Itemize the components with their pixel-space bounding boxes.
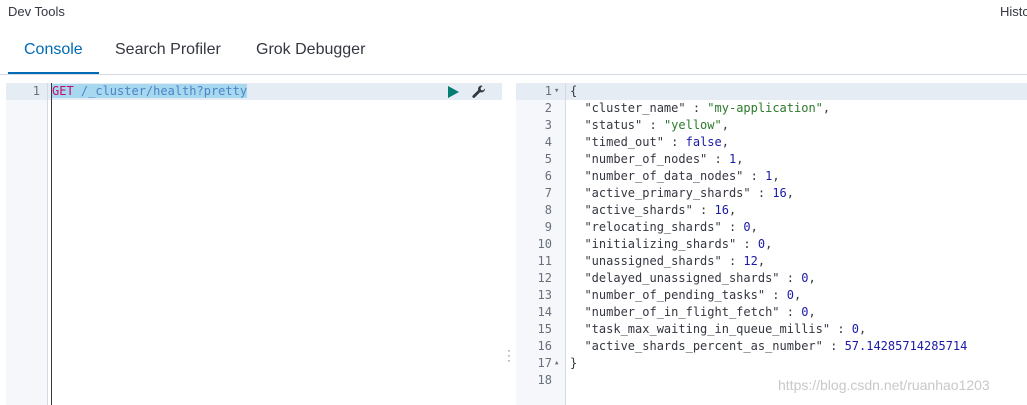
json-value: "yellow"	[663, 118, 722, 132]
wrench-icon[interactable]	[471, 84, 487, 100]
response-line-number: 14	[537, 305, 552, 319]
response-line-number: 8	[544, 203, 552, 217]
response-line-number: 10	[537, 237, 552, 251]
json-field: "status" : "yellow",	[584, 118, 729, 132]
line-number: 1	[32, 84, 40, 98]
json-value: 16	[772, 186, 787, 200]
tab-console[interactable]: Console	[8, 30, 99, 74]
response-line-number: 12	[537, 271, 552, 285]
request-method: GET	[52, 84, 74, 98]
json-key: "active_primary_shards"	[584, 186, 751, 200]
json-value: 0	[786, 288, 794, 302]
json-value: 12	[743, 254, 758, 268]
panel-resizer[interactable]: · · ·	[505, 344, 513, 366]
json-key: "delayed_unassigned_shards"	[584, 271, 780, 285]
play-icon[interactable]	[446, 85, 460, 99]
response-line-number: 2	[544, 101, 552, 115]
json-field: "number_of_nodes" : 1,	[584, 152, 744, 166]
json-field: "delayed_unassigned_shards" : 0,	[584, 271, 816, 285]
json-field: "task_max_waiting_in_queue_millis" : 0,	[584, 322, 867, 336]
response-line-number: 9	[544, 220, 552, 234]
json-field: "initializing_shards" : 0,	[584, 237, 773, 251]
app-title: Dev Tools	[8, 4, 65, 19]
json-key: "timed_out"	[584, 135, 664, 149]
gutter-border	[47, 83, 48, 405]
top-bar: Dev Tools Histo	[0, 0, 1027, 26]
json-value: 0	[743, 220, 751, 234]
response-line-number: 1	[544, 84, 552, 98]
json-key: "task_max_waiting_in_queue_millis"	[584, 322, 831, 336]
json-key: "initializing_shards"	[584, 237, 737, 251]
fold-close-icon[interactable]: ▴	[554, 355, 564, 372]
json-key: "relocating_shards"	[584, 220, 722, 234]
response-line-number: 17	[537, 356, 552, 370]
response-line-number: 18	[537, 373, 552, 387]
fold-open-icon[interactable]: ▾	[554, 83, 564, 100]
response-line-number: 13	[537, 288, 552, 302]
history-link[interactable]: Histo	[1000, 4, 1027, 19]
json-key: "cluster_name"	[584, 101, 686, 115]
text-cursor	[51, 83, 52, 405]
json-key: "status"	[584, 118, 643, 132]
json-key: "number_of_pending_tasks"	[584, 288, 766, 302]
watermark: https://blog.csdn.net/ruanhao1203	[778, 377, 990, 393]
request-path: /_cluster/health?pretty	[73, 84, 248, 98]
json-open-brace: {	[570, 84, 578, 98]
json-field: "active_primary_shards" : 16,	[584, 186, 794, 200]
request-editor[interactable]: 1 GET /_cluster/health?pretty	[6, 83, 502, 405]
json-key: "active_shards_percent_as_number"	[584, 339, 823, 353]
tabs-divider	[0, 74, 1027, 75]
json-field: "relocating_shards" : 0,	[584, 220, 758, 234]
json-value: 0	[851, 322, 860, 336]
json-value: false	[685, 135, 722, 149]
response-line-number: 7	[544, 186, 552, 200]
json-field: "number_of_pending_tasks" : 0,	[584, 288, 802, 302]
tab-bar: Console Search Profiler Grok Debugger	[8, 30, 1027, 74]
response-line-number: 15	[537, 322, 552, 336]
json-value: 0	[757, 237, 766, 251]
response-active-line	[516, 83, 1027, 100]
request-line[interactable]: GET /_cluster/health?pretty	[52, 83, 248, 100]
json-field: "active_shards_percent_as_number" : 57.1…	[584, 339, 968, 353]
json-key: "active_shards"	[584, 203, 693, 217]
response-line-number: 5	[544, 152, 552, 166]
gutter-border	[565, 83, 566, 405]
json-field: "active_shards" : 16,	[584, 203, 737, 217]
response-line-number: 3	[544, 118, 552, 132]
json-field: "number_of_data_nodes" : 1,	[584, 169, 780, 183]
tab-search-profiler[interactable]: Search Profiler	[99, 30, 237, 74]
json-field: "timed_out" : false,	[584, 135, 729, 149]
json-field: "cluster_name" : "my-application",	[584, 101, 831, 115]
response-line-number: 6	[544, 169, 552, 183]
json-field: "number_of_in_flight_fetch" : 0,	[584, 305, 816, 319]
request-gutter	[6, 83, 48, 405]
response-line-number: 4	[544, 135, 552, 149]
json-close-brace: }	[570, 356, 578, 370]
json-key: "unassigned_shards"	[584, 254, 722, 268]
json-key: "number_of_nodes"	[584, 152, 708, 166]
json-value: 57.14285714285714	[844, 339, 968, 353]
response-viewer: 1 2 3 4 5 6 7 8 9 10 11 12 13 14 15 16 17 18 ▾ ▴ { "clust…	[516, 83, 1027, 405]
response-line-number: 11	[537, 254, 552, 268]
json-key: "number_of_data_nodes"	[584, 169, 744, 183]
response-line-number: 16	[537, 339, 552, 353]
json-value: 16	[714, 203, 729, 217]
tab-grok-debugger[interactable]: Grok Debugger	[240, 30, 381, 74]
json-value: "my-application"	[707, 101, 823, 115]
json-field: "unassigned_shards" : 12,	[584, 254, 766, 268]
json-key: "number_of_in_flight_fetch"	[584, 305, 780, 319]
